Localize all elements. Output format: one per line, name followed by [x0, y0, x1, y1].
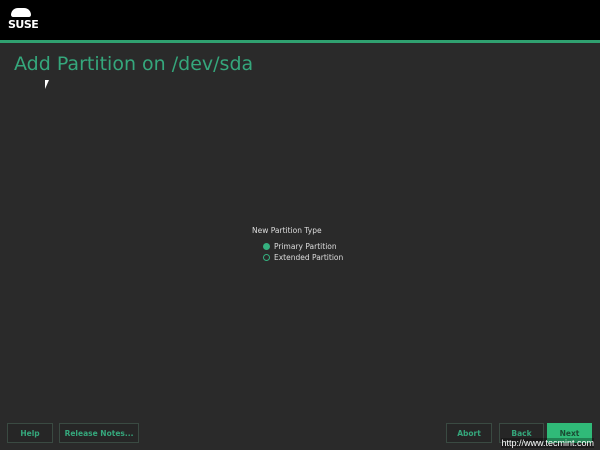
header-bar: SUSE: [0, 0, 600, 40]
radio-selected-icon[interactable]: [263, 243, 270, 250]
radio-primary-partition[interactable]: Primary Partition: [263, 242, 343, 251]
option-label: Extended Partition: [274, 253, 344, 262]
mouse-cursor-icon: [45, 80, 49, 89]
logo-text: SUSE: [8, 18, 39, 31]
partition-type-group: New Partition Type Primary Partition Ext…: [252, 226, 343, 262]
release-notes-button[interactable]: Release Notes...: [59, 423, 139, 443]
abort-button[interactable]: Abort: [446, 423, 492, 443]
suse-logo: SUSE: [8, 8, 39, 31]
radio-extended-partition[interactable]: Extended Partition: [263, 253, 343, 262]
radio-unselected-icon[interactable]: [263, 254, 270, 261]
chameleon-icon: [11, 8, 31, 17]
watermark: http://www.tecmint.com: [501, 438, 594, 448]
partition-type-label: New Partition Type: [252, 226, 322, 235]
header-divider: [0, 40, 600, 43]
help-button[interactable]: Help: [7, 423, 53, 443]
page-title: Add Partition on /dev/sda: [14, 53, 254, 75]
option-label: Primary Partition: [274, 242, 337, 251]
